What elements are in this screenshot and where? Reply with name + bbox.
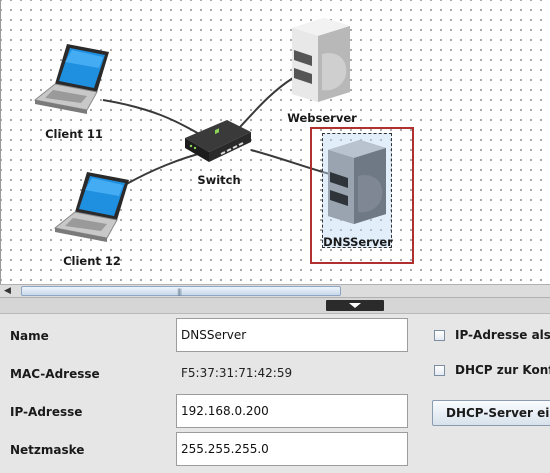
split-divider[interactable] — [0, 298, 550, 314]
switch-label: Switch — [197, 173, 241, 187]
network-switch-icon — [185, 120, 251, 162]
collapse-toggle[interactable] — [326, 300, 384, 311]
laptop-icon — [53, 172, 129, 242]
server-icon — [328, 140, 386, 224]
network-canvas[interactable]: Client 11 Client 12 Switch Webserver DNS… — [0, 0, 550, 284]
client12-node[interactable] — [49, 168, 135, 248]
ip-as-nameserver-checkbox[interactable] — [434, 329, 445, 341]
webserver-label: Webserver — [287, 111, 357, 125]
client11-label: Client 11 — [45, 127, 103, 141]
dhcp-server-setup-button[interactable]: DHCP-Server einri — [432, 400, 550, 426]
chevron-down-icon — [349, 303, 361, 308]
ip-as-nameserver-label: IP-Adresse als N — [455, 328, 550, 342]
ip-as-nameserver-option[interactable]: IP-Adresse als N — [434, 328, 550, 342]
switch-node[interactable] — [181, 116, 255, 170]
server-icon — [292, 18, 350, 102]
scrollbar-thumb[interactable]: ||| — [21, 286, 341, 296]
horizontal-scrollbar[interactable]: ◀ ||| — [0, 284, 550, 298]
netmask-label: Netzmaske — [10, 443, 85, 457]
name-label: Name — [10, 329, 49, 343]
mac-field — [176, 356, 408, 390]
dhcp-config-checkbox[interactable] — [434, 364, 445, 376]
name-field[interactable] — [176, 318, 408, 352]
mac-label: MAC-Adresse — [10, 367, 100, 381]
dhcp-config-option[interactable]: DHCP zur Konfigu — [434, 363, 550, 377]
dhcp-config-label: DHCP zur Konfigu — [455, 363, 550, 377]
ip-label: IP-Adresse — [10, 405, 83, 419]
webserver-node[interactable] — [288, 14, 354, 110]
client12-label: Client 12 — [63, 254, 121, 268]
dnsserver-label: DNSServer — [323, 235, 393, 249]
netmask-field[interactable] — [176, 432, 408, 466]
laptop-icon — [33, 44, 109, 114]
client11-node[interactable] — [29, 40, 115, 120]
properties-panel: Name MAC-Adresse IP-Adresse Netzmaske IP… — [0, 314, 550, 473]
scroll-left-icon[interactable]: ◀ — [4, 286, 11, 296]
ip-field[interactable] — [176, 394, 408, 428]
dnsserver-node[interactable] — [324, 136, 390, 232]
grip-icon: ||| — [177, 288, 182, 296]
